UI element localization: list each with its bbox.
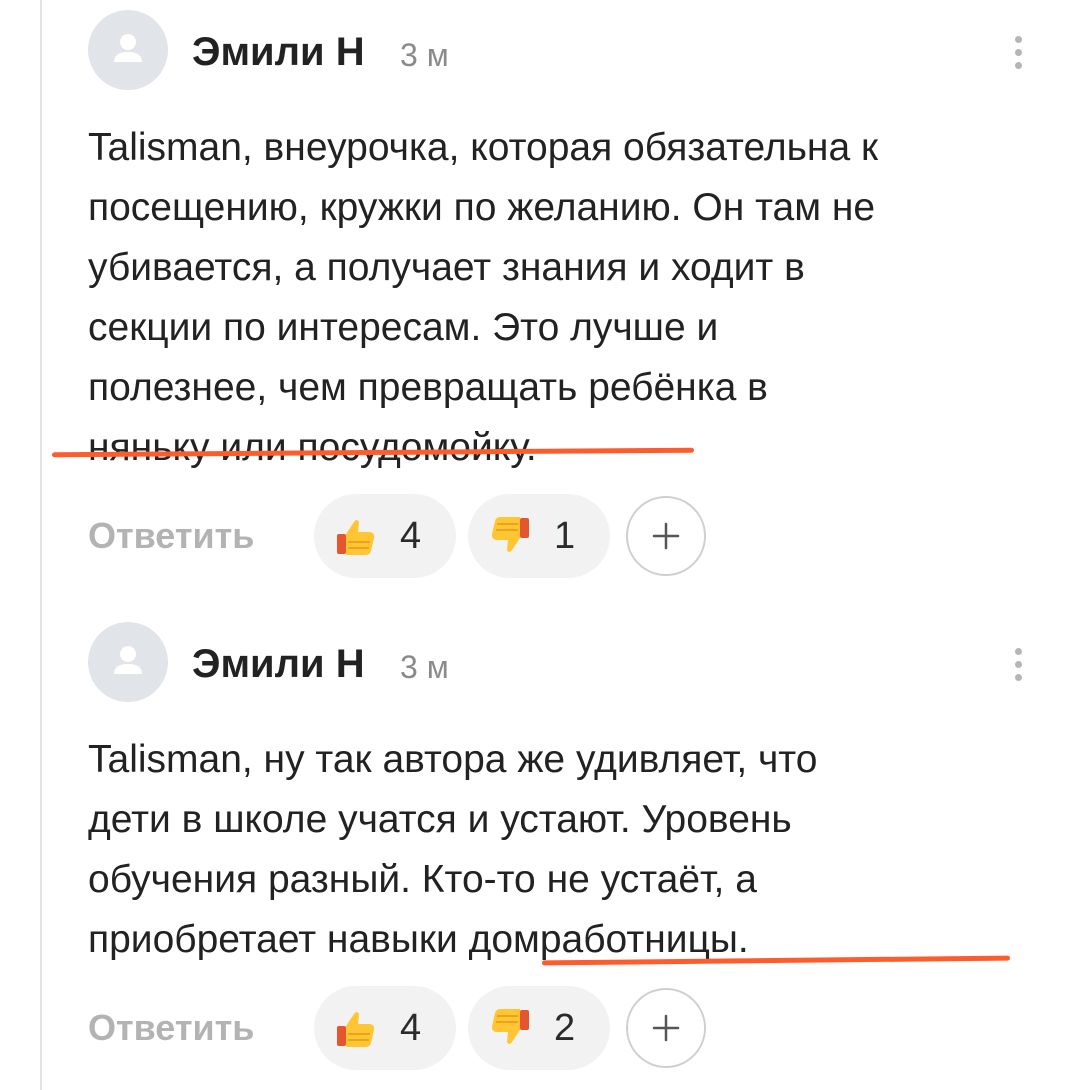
comment-text-line: посещению, кружки по желанию. Он там не [88, 186, 876, 229]
like-button[interactable]: 4 [314, 494, 456, 578]
add-reaction-button[interactable] [626, 988, 706, 1068]
dislike-button[interactable]: 1 [468, 494, 610, 578]
avatar[interactable] [88, 622, 168, 702]
comment-text-line: Talisman, внеурочка, которая обязательна… [88, 126, 879, 169]
comment-text: Talisman, ну так автора же удивляет, что… [88, 730, 1048, 970]
comment-text-line: дети в школе учатся и устают. Уровень [88, 798, 792, 841]
user-placeholder-icon [114, 34, 142, 62]
like-count: 4 [400, 1007, 422, 1049]
comment-text-line: обучения разный. Кто-то не устаёт, а [88, 858, 757, 901]
thumbs-down-icon [491, 1009, 529, 1044]
dislike-button[interactable]: 2 [468, 986, 610, 1070]
comment-text-line: полезнее, чем превращать ребёнка в [88, 366, 768, 409]
plus-icon [652, 522, 680, 550]
author-name[interactable]: Эмили Н [192, 28, 365, 76]
comment-text-line: секции по интересам. Это лучше и [88, 306, 719, 349]
more-vertical-icon[interactable] [998, 642, 1038, 686]
author-name[interactable]: Эмили Н [192, 640, 365, 688]
add-reaction-button[interactable] [626, 496, 706, 576]
comment-actions: Ответить 4 2 [88, 986, 1048, 1070]
more-vertical-icon[interactable] [998, 30, 1038, 74]
comment-header: Эмили Н 3 м [88, 622, 1048, 706]
comment-header: Эмили Н 3 м [88, 10, 1048, 94]
comment-time: 3 м [400, 649, 449, 685]
dislike-count: 2 [554, 1007, 576, 1049]
reply-button[interactable]: Ответить [88, 1006, 254, 1050]
comment-time: 3 м [400, 37, 449, 73]
comment-actions: Ответить 4 1 [88, 494, 1048, 578]
thumbs-up-icon [337, 520, 375, 555]
plus-icon [652, 1014, 680, 1042]
dislike-count: 1 [554, 515, 576, 557]
thumbs-up-icon [337, 1012, 375, 1047]
like-count: 4 [400, 515, 422, 557]
user-placeholder-icon [114, 646, 142, 674]
comment-text-line: Talisman, ну так автора же удивляет, что [88, 738, 818, 781]
thumbs-down-icon [491, 517, 529, 552]
reply-button[interactable]: Ответить [88, 514, 254, 558]
thread-line [40, 0, 42, 1090]
like-button[interactable]: 4 [314, 986, 456, 1070]
comment-text-line: убивается, а получает знания и ходит в [88, 246, 805, 289]
comment-text: Talisman, внеурочка, которая обязательна… [88, 118, 1048, 478]
avatar[interactable] [88, 10, 168, 90]
